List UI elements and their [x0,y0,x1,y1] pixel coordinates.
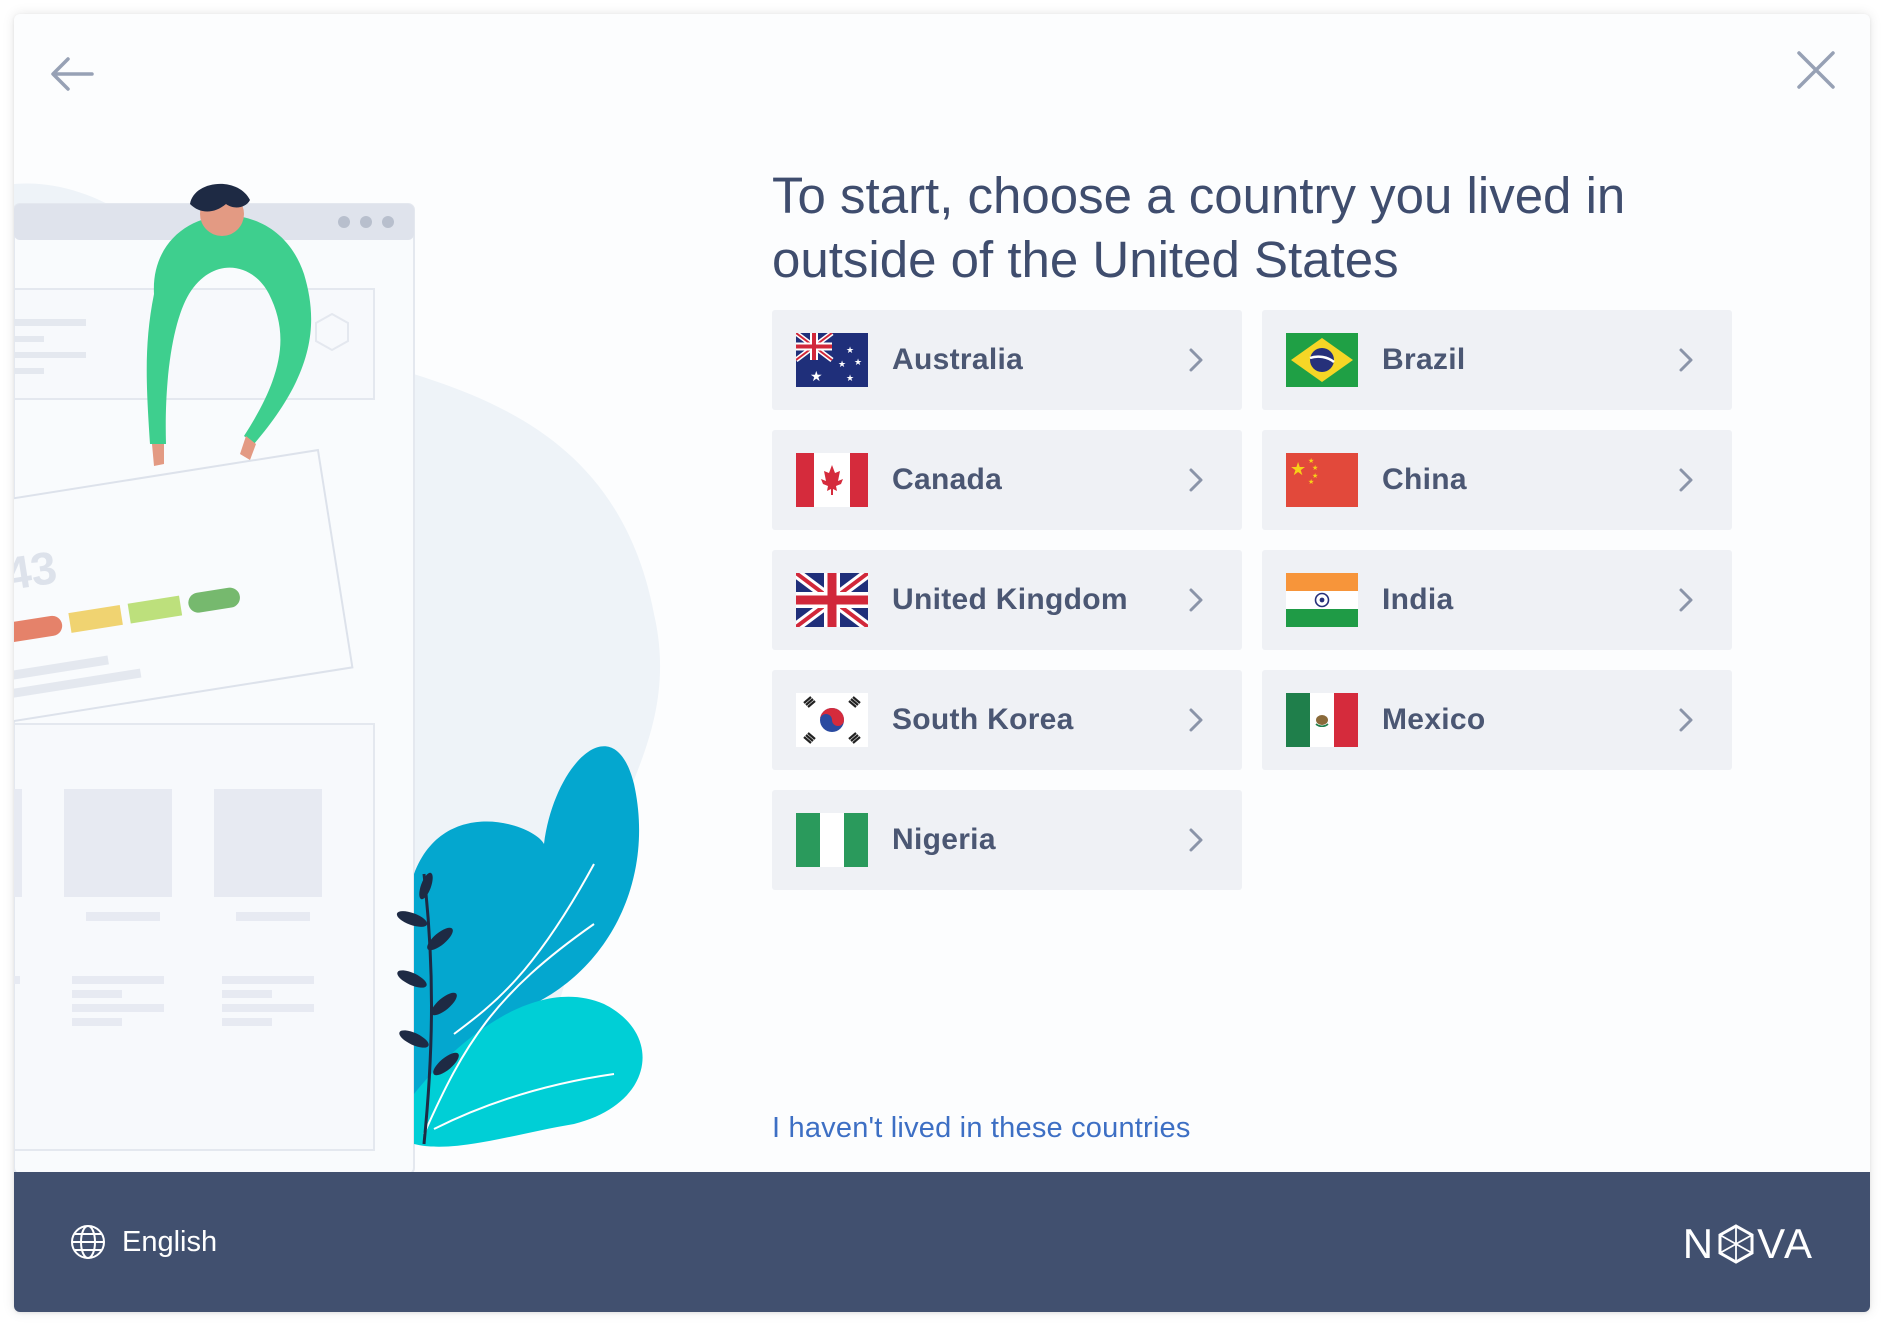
svg-text:★: ★ [1308,478,1314,486]
chevron-right-icon [1189,588,1203,612]
country-option-south-korea[interactable]: South Korea [772,670,1242,770]
illustration-score: 43 [14,541,60,600]
country-name: China [1382,463,1467,496]
language-selector[interactable]: English [70,1224,217,1260]
svg-text:★: ★ [854,358,862,368]
svg-text:★: ★ [810,369,823,385]
country-option-india[interactable]: India [1262,550,1732,650]
chevron-right-icon [1189,828,1203,852]
country-option-canada[interactable]: Canada [772,430,1242,530]
close-button[interactable] [1786,40,1846,100]
chevron-right-icon [1189,468,1203,492]
back-button[interactable] [42,44,102,104]
arrow-left-icon [51,57,94,91]
chevron-right-icon [1679,708,1693,732]
globe-icon [71,1225,105,1259]
country-name: Canada [892,463,1003,496]
canada-flag-icon [796,453,868,507]
south-korea-flag-icon [796,693,868,747]
china-flag-icon: ★ ★ ★ ★ ★ [1286,453,1358,507]
country-name: Australia [892,343,1024,376]
skip-countries-link[interactable]: I haven't lived in these countries [772,1112,1191,1145]
country-list: ★ ★ ★ ★ ★ Australia Brazil Canada ★ ★ ★ … [772,310,1732,890]
close-icon [1797,51,1835,89]
chevron-right-icon [1679,468,1693,492]
chevron-right-icon [1189,708,1203,732]
svg-text:★: ★ [838,360,846,370]
nova-logo: N VA [1683,1220,1814,1268]
country-name: Nigeria [892,823,996,856]
country-option-australia[interactable]: ★ ★ ★ ★ ★ Australia [772,310,1242,410]
svg-text:★: ★ [1290,459,1306,480]
chevron-right-icon [1679,588,1693,612]
nigeria-flag-icon [796,813,868,867]
brazil-flag-icon [1286,333,1358,387]
country-option-united-kingdom[interactable]: United Kingdom [772,550,1242,650]
svg-text:★: ★ [1312,464,1318,472]
country-option-mexico[interactable]: Mexico [1262,670,1732,770]
united-kingdom-flag-icon [796,573,868,627]
country-name: Mexico [1382,703,1486,736]
hero-illustration: 43 [14,183,661,1175]
hexagon-logo-icon [1718,1224,1754,1264]
country-name: South Korea [892,703,1074,736]
country-name: United Kingdom [892,583,1128,616]
country-name: Brazil [1382,343,1466,376]
country-option-china[interactable]: ★ ★ ★ ★ ★ China [1262,430,1732,530]
page-title: To start, choose a country you lived in … [772,167,1626,288]
chevron-right-icon [1189,348,1203,372]
chevron-right-icon [1679,348,1693,372]
logo-text-prefix: N [1682,1220,1716,1267]
country-option-nigeria[interactable]: Nigeria [772,790,1242,890]
india-flag-icon [1286,573,1358,627]
language-label: English [122,1225,218,1258]
svg-text:★: ★ [846,374,854,384]
country-option-brazil[interactable]: Brazil [1262,310,1732,410]
country-name: India [1382,583,1454,616]
australia-flag-icon: ★ ★ ★ ★ ★ [796,333,868,387]
footer: English N VA [14,1172,1870,1312]
modal: 43 To start, choose a country you lived … [14,14,1870,1312]
logo-text-suffix: VA [1757,1220,1814,1267]
mexico-flag-icon [1286,693,1358,747]
svg-text:★: ★ [846,346,854,356]
